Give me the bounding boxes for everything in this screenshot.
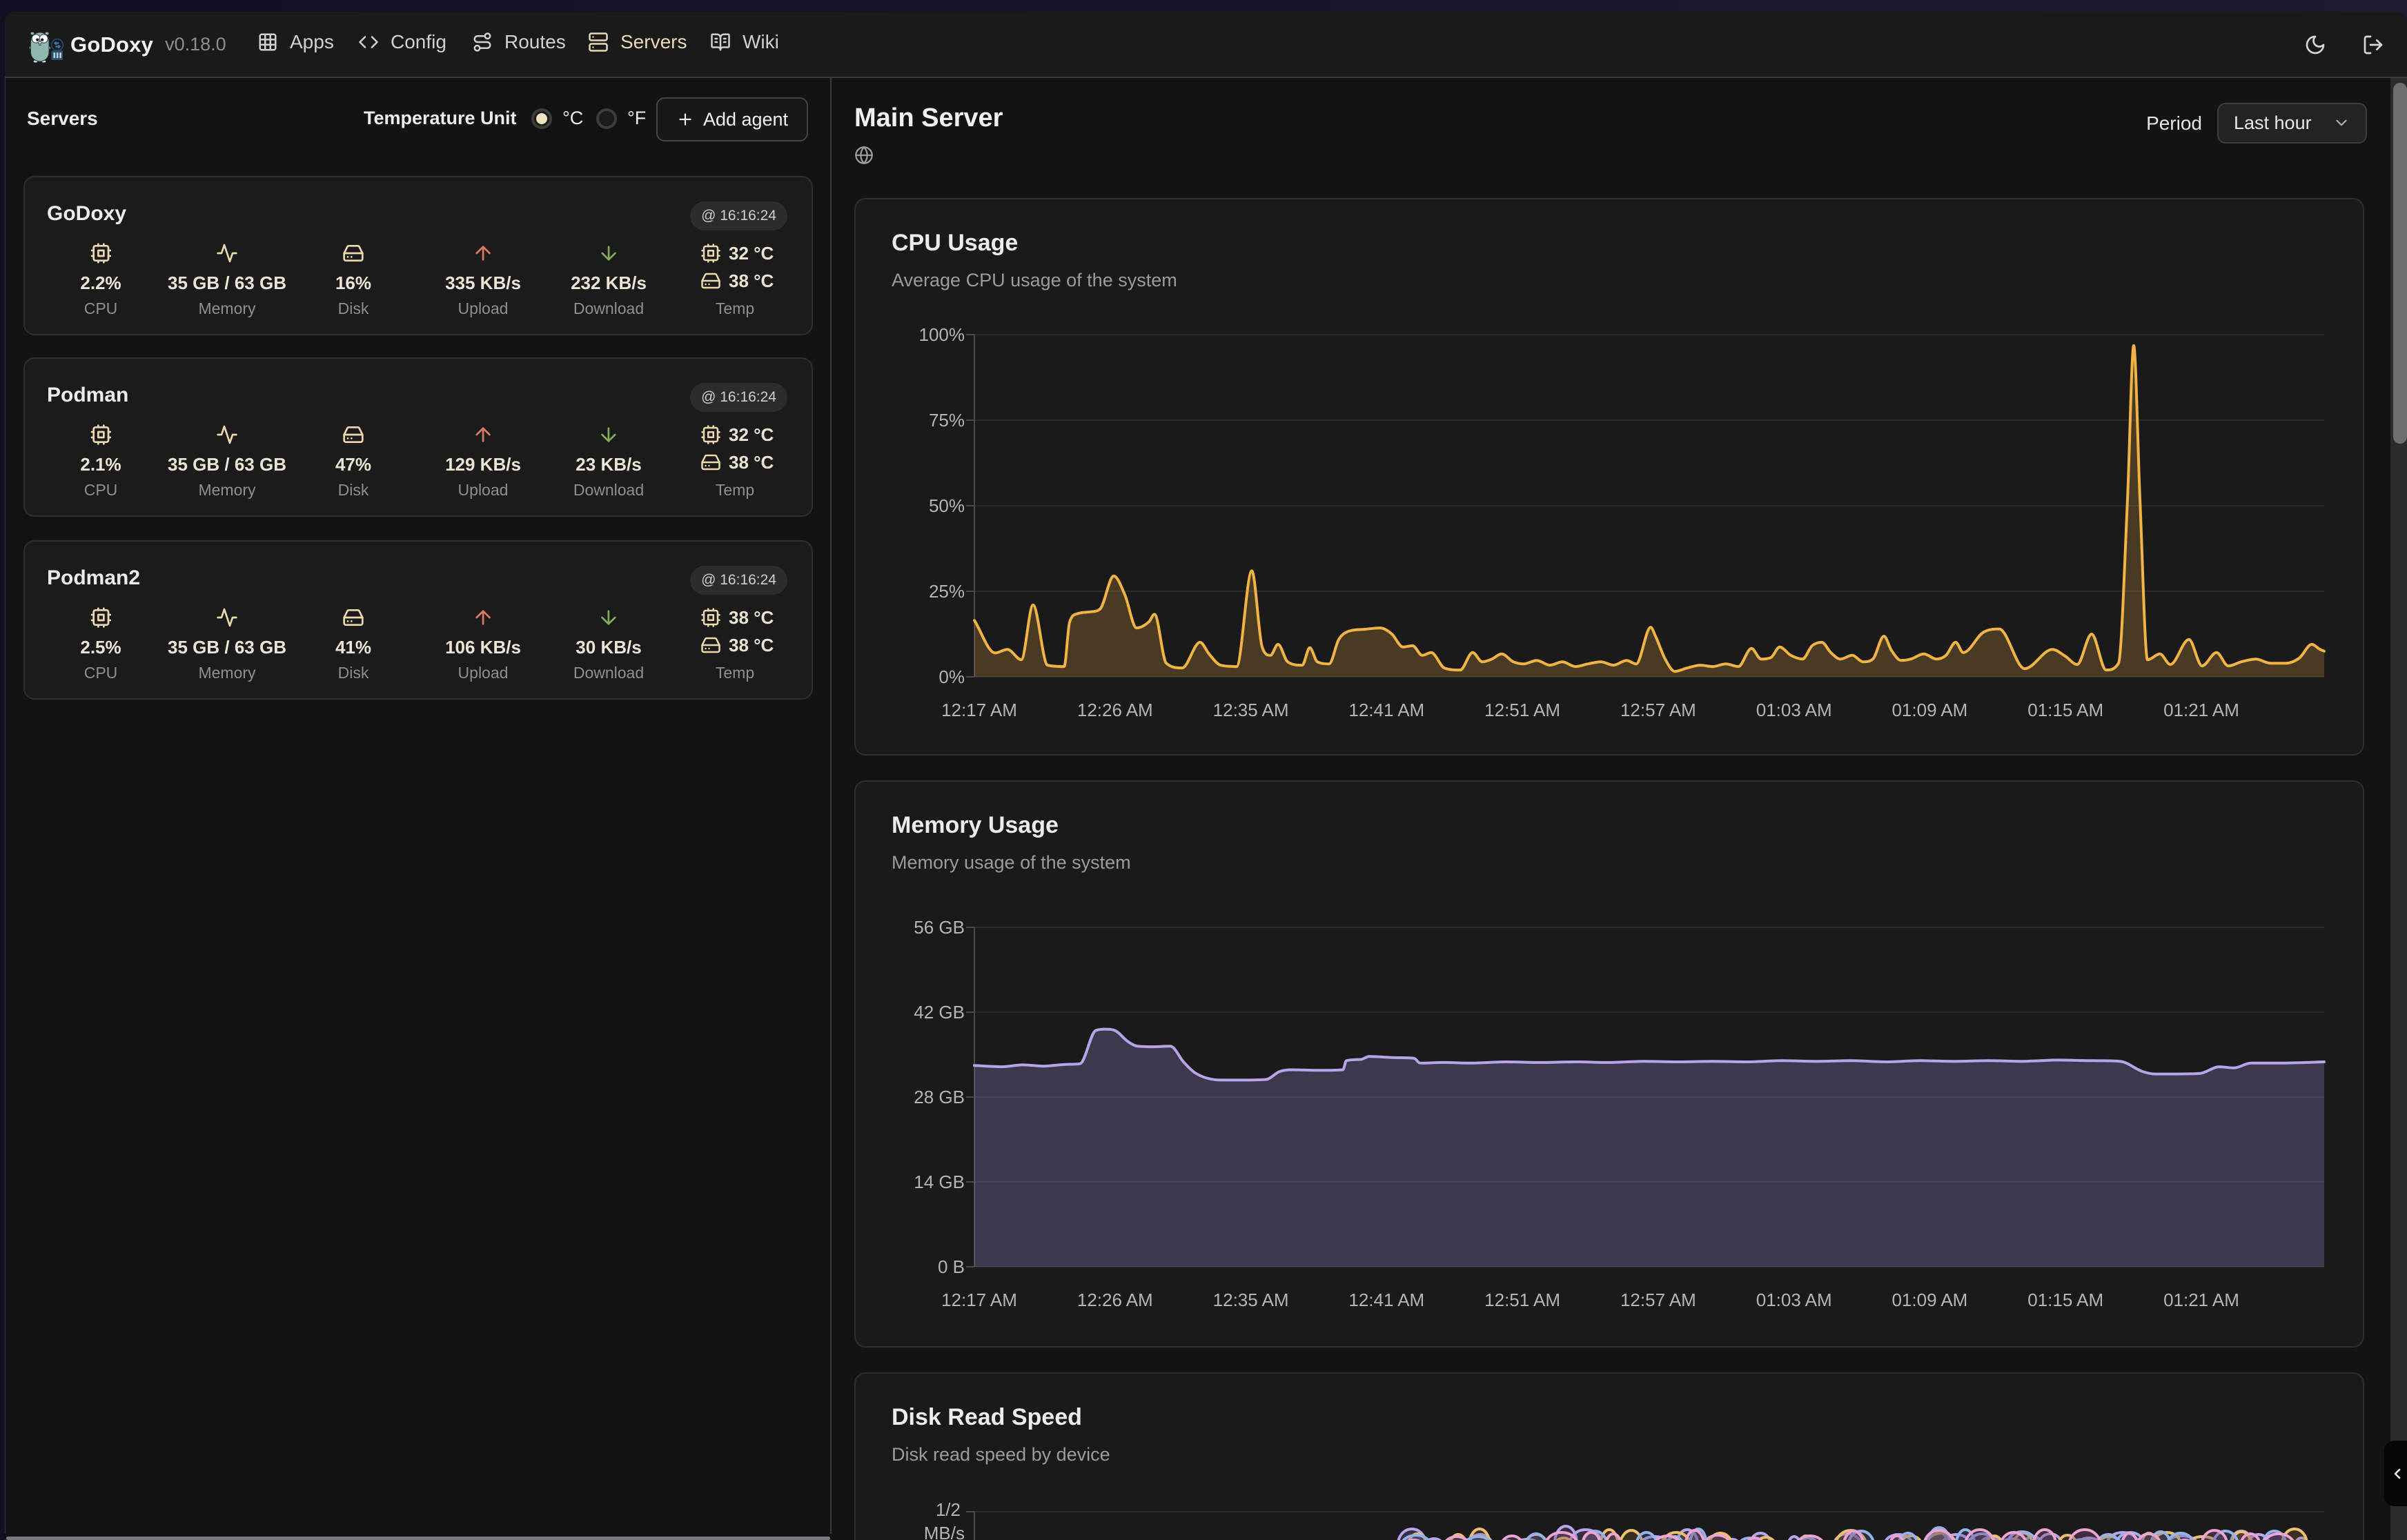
svg-text:MB/s: MB/s bbox=[924, 1523, 965, 1540]
svg-text:50%: 50% bbox=[929, 495, 965, 516]
svg-text:12:17 AM: 12:17 AM bbox=[941, 1290, 1017, 1310]
svg-text:01:21 AM: 01:21 AM bbox=[2163, 1290, 2239, 1310]
svg-text:12:17 AM: 12:17 AM bbox=[941, 700, 1017, 720]
svg-text:01:09 AM: 01:09 AM bbox=[1892, 700, 1967, 720]
svg-text:01:03 AM: 01:03 AM bbox=[1756, 1290, 1832, 1310]
svg-text:01:03 AM: 01:03 AM bbox=[1756, 700, 1832, 720]
svg-text:12:26 AM: 12:26 AM bbox=[1077, 700, 1153, 720]
svg-text:14 GB: 14 GB bbox=[914, 1172, 965, 1192]
svg-text:12:57 AM: 12:57 AM bbox=[1620, 700, 1696, 720]
svg-text:12:35 AM: 12:35 AM bbox=[1213, 700, 1289, 720]
svg-text:0%: 0% bbox=[939, 667, 965, 687]
svg-text:01:15 AM: 01:15 AM bbox=[2027, 700, 2103, 720]
svg-text:12:26 AM: 12:26 AM bbox=[1077, 1290, 1153, 1310]
svg-text:12:41 AM: 12:41 AM bbox=[1348, 700, 1424, 720]
svg-text:01:21 AM: 01:21 AM bbox=[2163, 700, 2239, 720]
svg-text:56 GB: 56 GB bbox=[914, 917, 965, 938]
svg-text:28 GB: 28 GB bbox=[914, 1087, 965, 1107]
svg-text:25%: 25% bbox=[929, 581, 965, 602]
svg-text:12:35 AM: 12:35 AM bbox=[1213, 1290, 1289, 1310]
svg-text:12:51 AM: 12:51 AM bbox=[1484, 700, 1560, 720]
svg-text:12:51 AM: 12:51 AM bbox=[1484, 1290, 1560, 1310]
svg-text:42 GB: 42 GB bbox=[914, 1002, 965, 1023]
svg-text:75%: 75% bbox=[929, 410, 965, 431]
svg-text:0 B: 0 B bbox=[938, 1256, 965, 1277]
svg-text:12:57 AM: 12:57 AM bbox=[1620, 1290, 1696, 1310]
svg-text:01:09 AM: 01:09 AM bbox=[1892, 1290, 1967, 1310]
svg-text:100%: 100% bbox=[919, 324, 965, 345]
svg-text:12:41 AM: 12:41 AM bbox=[1348, 1290, 1424, 1310]
svg-text:1/2: 1/2 bbox=[936, 1499, 961, 1520]
svg-text:01:15 AM: 01:15 AM bbox=[2027, 1290, 2103, 1310]
